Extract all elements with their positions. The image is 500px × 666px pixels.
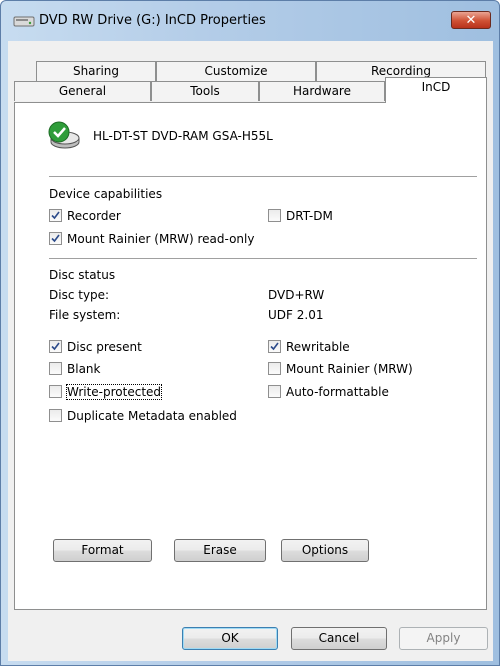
blank-checkbox[interactable] (49, 362, 62, 375)
device-capabilities-heading: Device capabilities (49, 187, 163, 201)
close-icon: ✕ (465, 12, 477, 28)
write-protected-label: Write-protected (65, 384, 163, 400)
tab-general[interactable]: General (14, 81, 151, 101)
device-name: HL-DT-ST DVD-RAM GSA-H55L (93, 129, 273, 143)
drive-ok-icon (48, 121, 80, 149)
close-button[interactable]: ✕ (451, 11, 491, 29)
disc-type-value: DVD+RW (268, 288, 325, 302)
mount-rainier-label: Mount Rainier (MRW) (286, 362, 413, 376)
file-system-label: File system: (49, 308, 121, 322)
check-icon (270, 342, 279, 351)
tab-hardware[interactable]: Hardware (259, 81, 385, 101)
write-protected-checkbox[interactable] (49, 385, 62, 398)
window-title: DVD RW Drive (G:) InCD Properties (39, 13, 266, 28)
check-icon (51, 342, 60, 351)
apply-button[interactable]: Apply (399, 627, 488, 650)
duplicate-metadata-label: Duplicate Metadata enabled (67, 409, 237, 423)
ok-button[interactable]: OK (182, 627, 278, 650)
drt-dm-label: DRT-DM (286, 209, 333, 223)
dvd-drive-icon (13, 16, 35, 27)
tab-sharing[interactable]: Sharing (36, 61, 156, 81)
separator (49, 176, 477, 177)
disc-type-label: Disc type: (49, 288, 110, 302)
cancel-button[interactable]: Cancel (291, 627, 387, 650)
recorder-label: Recorder (67, 209, 121, 223)
auto-formattable-checkbox[interactable] (268, 385, 281, 398)
disc-status-heading: Disc status (49, 268, 116, 282)
drt-dm-checkbox[interactable] (268, 209, 281, 222)
options-button[interactable]: Options (281, 539, 369, 562)
check-icon (51, 234, 60, 243)
format-button[interactable]: Format (53, 539, 152, 562)
duplicate-metadata-checkbox[interactable] (49, 409, 62, 422)
tab-customize[interactable]: Customize (156, 61, 316, 81)
title-bar[interactable]: DVD RW Drive (G:) InCD Properties ✕ (1, 1, 499, 41)
dialog-client: Sharing Customize Recording General Tool… (8, 41, 493, 661)
erase-button[interactable]: Erase (174, 539, 266, 562)
mount-rainier-readonly-label: Mount Rainier (MRW) read-only (67, 232, 255, 246)
file-system-value: UDF 2.01 (268, 308, 324, 322)
disc-present-label: Disc present (67, 340, 142, 354)
tab-tools[interactable]: Tools (151, 81, 259, 101)
auto-formattable-label: Auto-formattable (286, 385, 389, 399)
rewritable-label: Rewritable (286, 340, 350, 354)
disc-present-checkbox[interactable] (49, 340, 62, 353)
tab-incd[interactable]: InCD (385, 77, 487, 103)
separator (49, 258, 477, 259)
check-icon (51, 211, 60, 220)
incd-tab-panel: HL-DT-ST DVD-RAM GSA-H55L Device capabil… (14, 102, 487, 610)
properties-window: DVD RW Drive (G:) InCD Properties ✕ Shar… (0, 0, 500, 666)
blank-label: Blank (67, 362, 101, 376)
rewritable-checkbox[interactable] (268, 340, 281, 353)
mount-rainier-checkbox[interactable] (268, 362, 281, 375)
mount-rainier-readonly-checkbox[interactable] (49, 232, 62, 245)
recorder-checkbox[interactable] (49, 209, 62, 222)
